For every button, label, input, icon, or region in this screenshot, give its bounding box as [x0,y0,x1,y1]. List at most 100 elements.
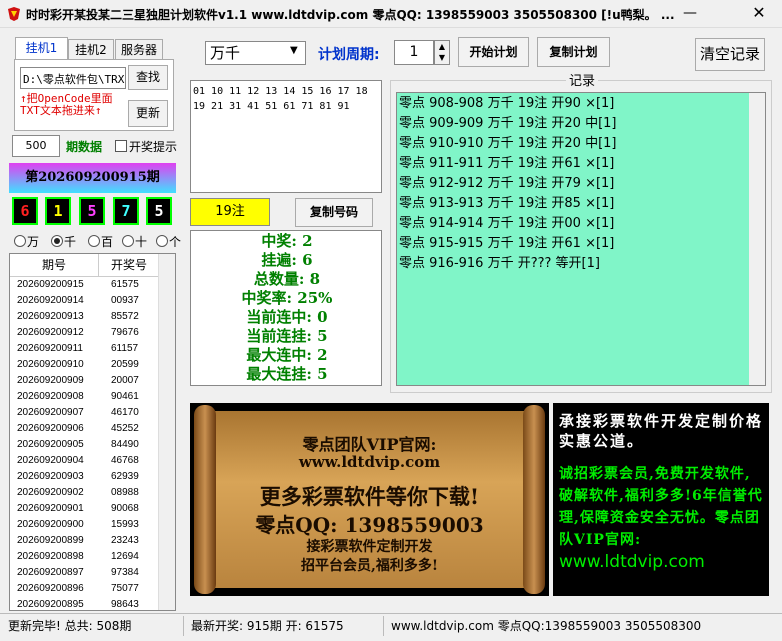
number-cell: 85572 [111,311,139,322]
clear-records-button[interactable]: 清空记录 [695,38,765,71]
banner-line3: 更多彩票软件等你下载! [259,484,480,509]
table-row[interactable]: 202609200910 20599 [10,358,160,374]
tab-guaji1[interactable]: 挂机1 [15,37,68,60]
draw-ball: 7 [113,197,139,225]
history-scrollbar[interactable] [158,254,175,610]
close-button[interactable]: ✕ [736,0,782,28]
number-cell: 97384 [111,567,139,578]
stat-win-rate: 中奖率: 25% [241,289,333,307]
table-row[interactable]: 202609200909 20007 [10,374,160,390]
number-cell: 84490 [111,439,139,450]
radio-ge[interactable]: 个 [156,233,181,250]
draw-ball: 1 [45,197,71,225]
radio-dot-icon [14,235,26,247]
table-row[interactable]: 202609200898 12694 [10,550,160,566]
table-row[interactable]: 202609200904 46768 [10,454,160,470]
copy-numbers-button[interactable]: 复制号码 [295,198,373,227]
radio-wan[interactable]: 万 [14,233,39,250]
table-row[interactable]: 202609200897 97384 [10,566,160,582]
position-radio-group: 万 千 百 十 个 [14,233,184,249]
find-button[interactable]: 查找 [128,65,168,90]
issue-cell: 202609200901 [17,503,84,514]
vip-banner[interactable]: 零点团队VIP官网: www.ldtdvip.com 更多彩票软件等你下载! 零… [190,403,549,596]
number-cell: 98643 [111,599,139,610]
record-item[interactable]: 零点 915-915 万千 19注 开61 ×[1] [399,234,616,254]
path-input[interactable]: D:\零点软件包\TRX [20,67,126,89]
open-alert-label: 开奖提示 [129,140,178,154]
number-cell: 61575 [111,279,139,290]
cycle-stepper[interactable]: ▲ ▼ [434,40,450,65]
issue-cell: 202609200899 [17,535,84,546]
record-item[interactable]: 零点 913-913 万千 19注 开85 ×[1] [399,194,616,214]
record-item[interactable]: 零点 909-909 万千 19注 开20 中[1] [399,114,616,134]
number-cell: 75077 [111,583,139,594]
table-row[interactable]: 202609200912 79676 [10,326,160,342]
radio-dot-icon [88,235,100,247]
promo-line1: 承接彩票软件开发定制价格实惠公道。 [559,412,764,450]
cycle-input[interactable]: 1 [394,40,434,65]
stat-max-win-streak: 最大连中: 2 [246,346,328,364]
status-contact: www.ldtdvip.com 零点QQ:1398559003 35055083… [391,619,702,633]
history-table[interactable]: 期号 开奖号 202609200915 61575 202609200914 0093… [9,253,176,611]
issue-cell: 202609200907 [17,407,84,418]
records-items: 零点 908-908 万千 19注 开90 ×[1] 零点 909-909 万千 … [399,94,616,274]
table-row[interactable]: 202609200905 84490 [10,438,160,454]
radio-shi[interactable]: 十 [122,233,147,250]
record-item[interactable]: 零点 912-912 万千 19注 开79 ×[1] [399,174,616,194]
table-row[interactable]: 202609200915 61575 [10,278,160,294]
open-alert-checkbox[interactable] [115,140,127,152]
record-item[interactable]: 零点 910-910 万千 19注 开20 中[1] [399,134,616,154]
record-item[interactable]: 零点 908-908 万千 19注 开90 ×[1] [399,94,616,114]
tab-guaji2[interactable]: 挂机2 [68,39,114,60]
numbers-textarea[interactable]: 01 10 11 12 13 14 15 16 17 18 19 21 31 4… [190,80,382,193]
records-list[interactable]: 零点 908-908 万千 19注 开90 ×[1] 零点 909-909 万千 … [396,92,766,386]
stepper-up-icon[interactable]: ▲ [435,41,449,52]
number-cell: 23243 [111,535,139,546]
status-update: 更新完毕! 总共: 508期 [8,619,132,633]
radio-bai[interactable]: 百 [88,233,113,250]
status-latest-draw: 最新开奖: 915期 开: 61575 [191,619,344,633]
status-bar: 更新完毕! 总共: 508期 最新开奖: 915期 开: 61575 www.l… [0,613,782,641]
issue-cell: 202609200905 [17,439,84,450]
table-row[interactable]: 202609200902 08988 [10,486,160,502]
table-row[interactable]: 202609200895 98643 [10,598,160,610]
issue-cell: 202609200906 [17,423,84,434]
number-cell: 46768 [111,455,139,466]
tab-server[interactable]: 服务器 [115,39,163,60]
stepper-down-icon[interactable]: ▼ [435,52,449,63]
app-logo-icon [8,7,20,21]
record-item[interactable]: 零点 916-916 万千 开??? 等开[1] [399,254,616,274]
issue-cell: 202609200898 [17,551,84,562]
stat-losses: 挂遍: 6 [261,251,313,269]
number-cell: 46170 [111,407,139,418]
table-row[interactable]: 202609200913 85572 [10,310,160,326]
table-row[interactable]: 202609200906 45252 [10,422,160,438]
minimize-button[interactable]: — [672,0,708,28]
column-header-number[interactable]: 开奖号 [99,254,159,276]
start-plan-button[interactable]: 开始计划 [458,37,529,67]
table-row[interactable]: 202609200908 90461 [10,390,160,406]
update-button[interactable]: 更新 [128,100,168,127]
promo-panel: 承接彩票软件开发定制价格实惠公道。 诚招彩票会员,免费开发软件,破解软件,福利多… [553,403,769,596]
table-row[interactable]: 202609200899 23243 [10,534,160,550]
table-row[interactable]: 202609200900 15993 [10,518,160,534]
issue-cell: 202609200895 [17,599,84,610]
record-item[interactable]: 零点 914-914 万千 19注 开00 ×[1] [399,214,616,234]
record-item[interactable]: 零点 911-911 万千 19注 开61 ×[1] [399,154,616,174]
copy-plan-button[interactable]: 复制计划 [537,37,610,67]
table-row[interactable]: 202609200903 62939 [10,470,160,486]
table-row[interactable]: 202609200901 90068 [10,502,160,518]
number-cell: 90461 [111,391,139,402]
issue-cell: 202609200896 [17,583,84,594]
table-row[interactable]: 202609200911 61157 [10,342,160,358]
promo-url[interactable]: www.ldtdvip.com [559,551,763,573]
records-scrollbar[interactable] [749,93,765,385]
period-count-input[interactable]: 500 [12,135,60,157]
table-row[interactable]: 202609200896 75077 [10,582,160,598]
column-header-issue[interactable]: 期号 [10,254,99,276]
table-row[interactable]: 202609200907 46170 [10,406,160,422]
stat-max-loss-streak: 最大连挂: 5 [246,365,328,383]
number-cell: 12694 [111,551,139,562]
table-row[interactable]: 202609200914 00937 [10,294,160,310]
radio-qian[interactable]: 千 [51,233,76,250]
